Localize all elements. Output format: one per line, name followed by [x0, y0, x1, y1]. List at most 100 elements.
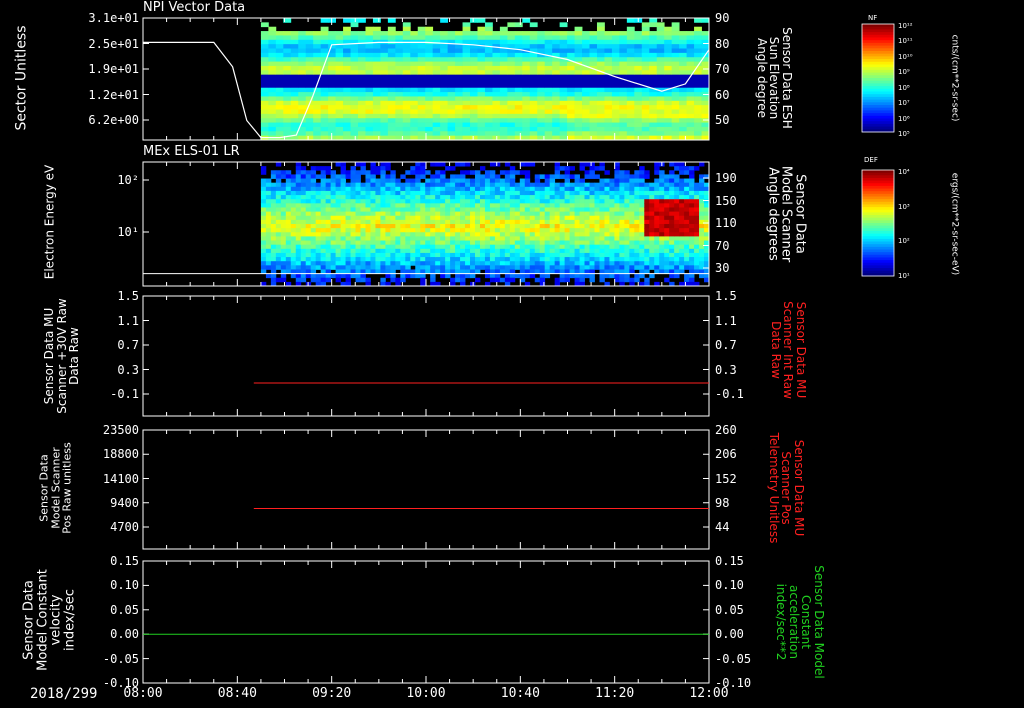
p1-spectrogram-cell — [619, 118, 628, 123]
p1-spectrogram-cell — [649, 74, 658, 80]
p2-spectrogram-cell — [380, 261, 386, 266]
p2-spectrogram-cell — [355, 248, 361, 254]
p2-spectrogram-cell — [340, 248, 346, 254]
p2-spectrogram-cell — [330, 174, 336, 179]
p2-spectrogram-cell — [559, 240, 566, 246]
p2-spectrogram-cell — [529, 257, 536, 262]
p1-spectrogram-cell — [372, 96, 381, 102]
p1-spectrogram-cell — [544, 96, 553, 102]
p2-spectrogram-cell — [574, 174, 580, 179]
p1-spectrogram-cell — [402, 70, 411, 76]
p2-spectrogram-cell — [564, 174, 570, 179]
p2-spectrogram-cell — [554, 162, 561, 167]
p2-spectrogram-cell — [380, 166, 386, 171]
p2-spectrogram-cell — [380, 252, 386, 258]
p1-spectrogram-cell — [626, 96, 635, 102]
p1-spectrogram-cell — [619, 61, 628, 67]
p2-spectrogram-cell — [664, 182, 670, 188]
p1-spectrogram-cell — [320, 79, 329, 84]
p2-spectrogram-cell — [499, 224, 506, 229]
p1-spectrogram-cell — [350, 70, 359, 76]
p2-spectrogram-cell — [584, 190, 590, 196]
p2-spectrogram-cell — [350, 244, 356, 250]
p2-spectrogram-cell — [509, 203, 516, 208]
p2-spectrogram-cell — [614, 244, 620, 250]
p2-spectrogram-cell — [519, 207, 526, 212]
p2-spectrogram-cell — [494, 203, 501, 208]
p2-spectrogram-cell — [514, 211, 521, 217]
p2-spectrogram-cell — [285, 203, 292, 208]
p2-spectrogram-cell — [335, 261, 341, 266]
p2-spectrogram-cell — [624, 186, 630, 192]
p1-spectrogram-cell — [582, 83, 590, 89]
p2-spectrogram-cell — [564, 219, 570, 225]
p2-spectrogram-cell — [674, 261, 680, 266]
p2-spectrogram-cell — [624, 265, 630, 270]
p2-spectrogram-cell — [669, 174, 675, 179]
p2-spectrogram-cell — [614, 257, 620, 262]
p2-spectrogram-cell — [310, 236, 317, 241]
p1-spectrogram-cell — [395, 126, 404, 132]
p2-spectrogram-cell — [315, 232, 322, 237]
p1-spectrogram-cell — [679, 92, 687, 97]
p1-spectrogram-cell — [283, 44, 292, 49]
p2-spectrogram-cell — [460, 182, 466, 188]
p2-spectrogram-cell — [430, 244, 436, 250]
p2-spectrogram-cell — [559, 207, 566, 212]
p1-spectrogram-cell — [470, 52, 478, 58]
p2-spectrogram-cell — [355, 174, 361, 179]
p2-spectrogram-cell — [405, 232, 411, 237]
p1-spectrogram-cell — [358, 105, 366, 110]
p2-spectrogram-cell — [370, 166, 376, 171]
p2-spectrogram-cell — [260, 244, 267, 250]
p2-spectrogram-cell — [504, 248, 511, 254]
p1-spectrogram-cell — [358, 18, 366, 23]
p1-spectrogram-cell — [402, 92, 411, 97]
p2-spectrogram-cell — [534, 211, 541, 217]
p2-spectrogram-cell — [275, 257, 282, 262]
p2-spectrogram-cell — [450, 219, 456, 225]
p1-spectrogram-cell — [596, 113, 605, 119]
p1-spectrogram-cell — [275, 79, 284, 84]
p2-spectrogram-cell — [634, 174, 640, 179]
p2-spectrogram-cell — [430, 273, 436, 279]
p2-spectrogram-cell — [320, 182, 327, 188]
p1-spectrogram-cell — [320, 83, 329, 89]
p2-spectrogram-cell — [355, 199, 361, 204]
p1-spectrogram-cell — [529, 35, 538, 41]
p2-spectrogram-cell — [265, 190, 272, 196]
p2-spectrogram-cell — [639, 224, 645, 229]
p1-spectrogram-cell — [402, 96, 411, 102]
p1-spectrogram-cell — [350, 83, 359, 89]
p1-spectrogram-cell — [596, 22, 605, 28]
p1-spectrogram-cell — [582, 118, 590, 123]
p2-spectrogram-cell — [455, 162, 461, 167]
p1-spectrogram-cell — [671, 109, 680, 115]
p2-spectrogram-cell — [699, 182, 705, 188]
p2-spectrogram-cell — [509, 195, 516, 200]
p1-spectrogram-cell — [447, 126, 456, 132]
p1-spectrogram-cell — [358, 122, 366, 128]
p2-spectrogram-cell — [345, 215, 351, 221]
p2-spectrogram-cell — [395, 257, 401, 262]
p1-spectrogram-cell — [656, 113, 665, 119]
p2-spectrogram-cell — [270, 277, 277, 283]
p2-spectrogram-cell — [519, 252, 526, 258]
p1-spectrogram-cell — [694, 109, 702, 115]
p2-spectrogram-cell — [679, 190, 685, 196]
p2-spectrogram-cell — [435, 162, 441, 167]
panel2-y2label: Sensor Data Model Scanner Angle degrees — [765, 165, 808, 263]
p2-spectrogram-cell — [270, 195, 277, 200]
p1-spectrogram-cell — [574, 31, 583, 36]
p2-spectrogram-cell — [450, 265, 456, 270]
p2-spectrogram-cell — [619, 265, 625, 270]
p2-spectrogram-cell — [270, 252, 277, 258]
p1-spectrogram-cell — [350, 31, 359, 36]
p2-spectrogram-cell — [440, 211, 446, 217]
p2-spectrogram-cell — [494, 244, 501, 250]
p1-spectrogram-cell — [402, 65, 411, 71]
p2-spectrogram-cell — [460, 277, 466, 283]
p2-spectrogram-cell — [360, 190, 366, 196]
p2-spectrogram-cell — [345, 190, 351, 196]
p2-spectrogram-cell — [654, 248, 660, 254]
